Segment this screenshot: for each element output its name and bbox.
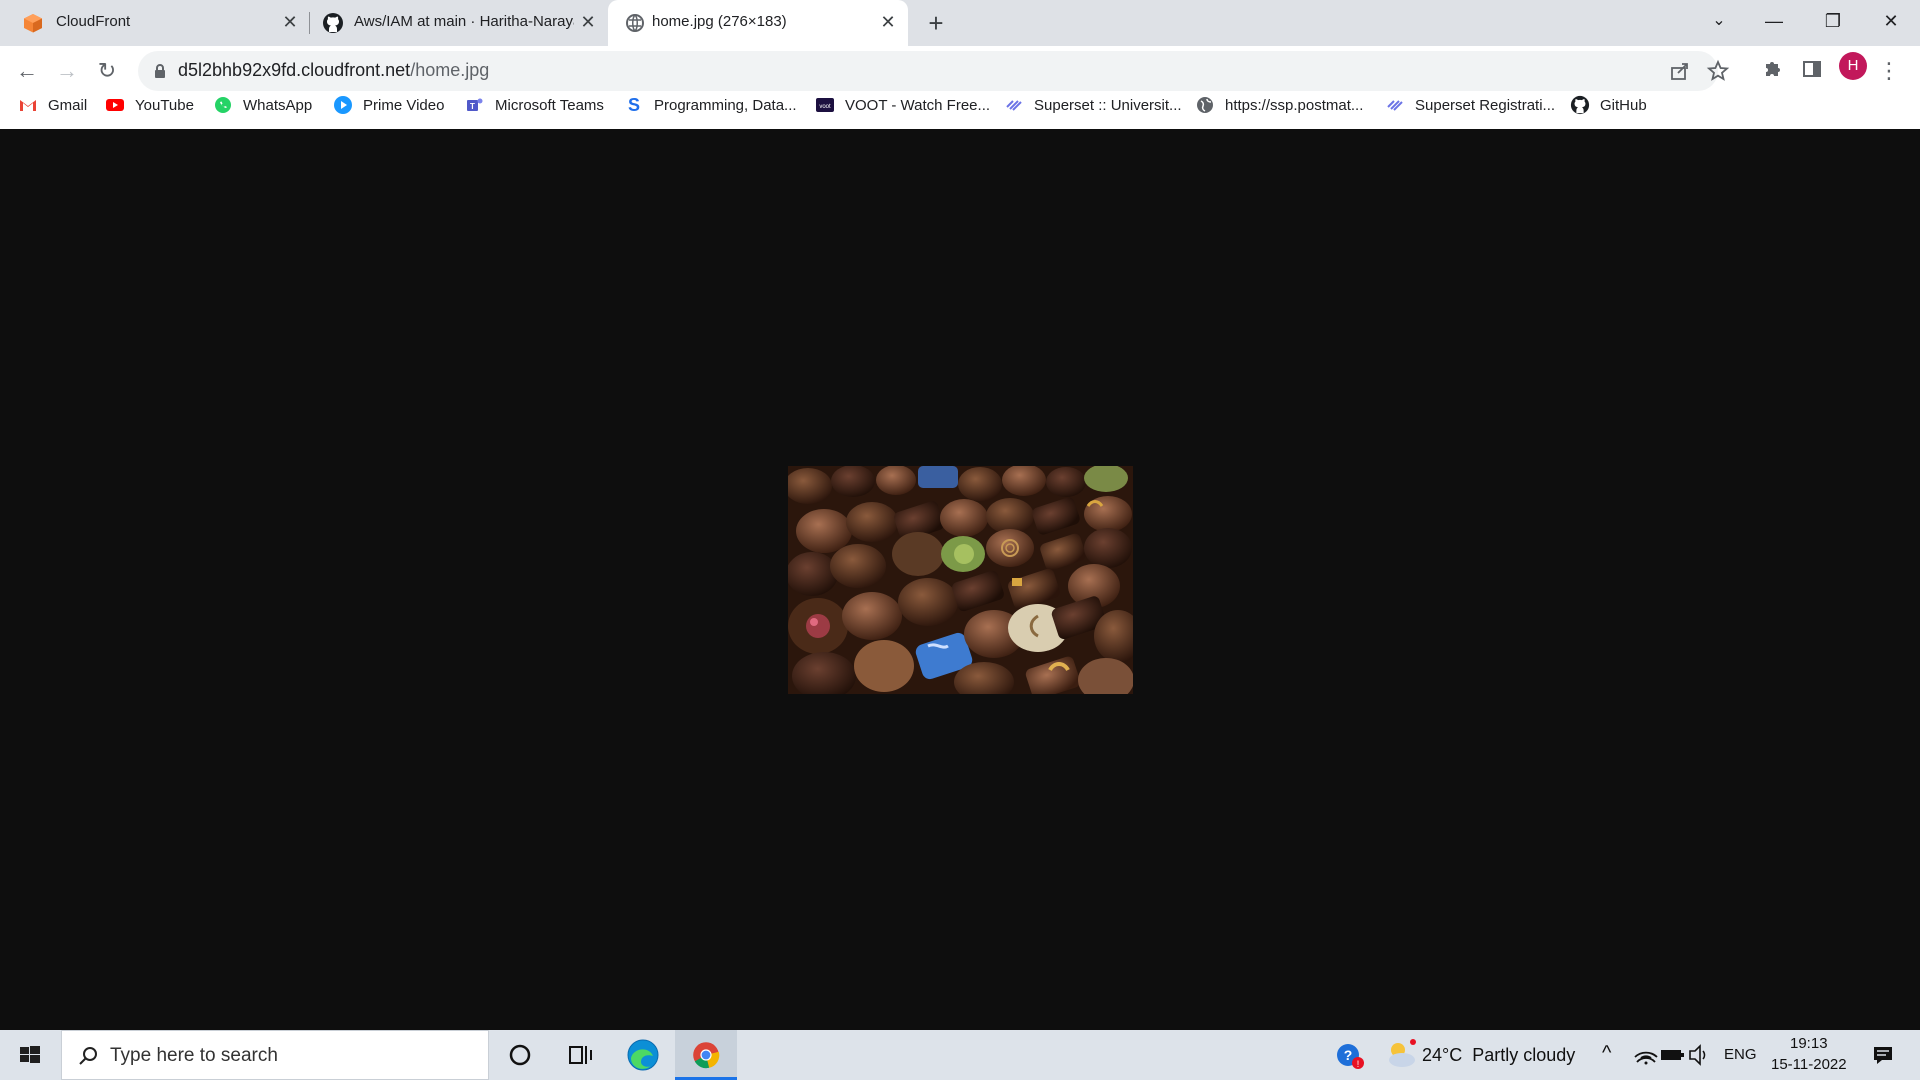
github-icon bbox=[1570, 95, 1590, 115]
battery-icon[interactable] bbox=[1657, 1030, 1687, 1080]
url-host: d5l2bhb92x9fd.cloudfront.net bbox=[178, 60, 411, 80]
tab-strip: CloudFront ✕ Aws/IAM at main · Haritha-N… bbox=[0, 0, 1920, 46]
forward-button[interactable]: → bbox=[50, 54, 84, 88]
bookmark-label: WhatsApp bbox=[243, 96, 313, 114]
bookmark-star-icon[interactable] bbox=[1706, 59, 1730, 83]
superset-icon bbox=[1387, 100, 1403, 111]
show-hidden-icons-chevron[interactable]: ^ bbox=[1602, 1042, 1611, 1065]
url-path: /home.jpg bbox=[410, 60, 490, 80]
side-panel-icon[interactable] bbox=[1797, 54, 1827, 84]
youtube-icon bbox=[106, 99, 124, 111]
menu-kebab-icon[interactable]: ⋮ bbox=[1876, 54, 1902, 88]
voot-icon: voot bbox=[816, 98, 834, 112]
bookmark-label: Superset Registrati... bbox=[1415, 96, 1556, 114]
clock-date[interactable]: 15-11-2022 bbox=[1771, 1056, 1847, 1073]
close-window-button[interactable]: ✕ bbox=[1871, 6, 1911, 36]
share-icon[interactable] bbox=[1668, 59, 1692, 83]
restore-button[interactable]: ❐ bbox=[1813, 6, 1853, 36]
notifications-icon[interactable] bbox=[1862, 1030, 1902, 1080]
search-placeholder: Type here to search bbox=[110, 1045, 278, 1066]
tab-cloudfront[interactable]: CloudFront ✕ bbox=[0, 0, 306, 46]
bookmark-label: Gmail bbox=[48, 96, 88, 114]
weather-text[interactable]: 24°C Partly cloudy bbox=[1422, 1045, 1575, 1066]
bookmark-superset-university[interactable]: Superset :: Universit... bbox=[1004, 89, 1182, 121]
close-icon[interactable]: ✕ bbox=[878, 12, 898, 32]
reload-button[interactable]: ↻ bbox=[90, 54, 124, 88]
svg-text:?: ? bbox=[1344, 1047, 1353, 1063]
bookmark-gmail[interactable]: Gmail bbox=[18, 89, 87, 121]
bookmark-label: Microsoft Teams bbox=[495, 96, 604, 114]
svg-text:T: T bbox=[470, 102, 475, 111]
bookmark-label: GitHub bbox=[1600, 96, 1647, 114]
aws-cube-icon bbox=[24, 14, 42, 33]
profile-avatar[interactable]: H bbox=[1839, 52, 1867, 80]
globe-icon bbox=[1197, 97, 1213, 113]
gmail-icon bbox=[20, 100, 36, 111]
bookmark-label: Prime Video bbox=[363, 96, 445, 114]
bookmark-label: YouTube bbox=[135, 96, 194, 114]
url-text: d5l2bhb92x9fd.cloudfront.net/home.jpg bbox=[178, 60, 489, 81]
cortana-icon[interactable] bbox=[490, 1030, 550, 1080]
tab-home-jpg[interactable]: home.jpg (276×183) ✕ bbox=[608, 0, 908, 46]
close-icon[interactable]: ✕ bbox=[578, 12, 598, 32]
address-bar[interactable]: d5l2bhb92x9fd.cloudfront.net/home.jpg bbox=[138, 51, 1730, 91]
svg-text:voot: voot bbox=[819, 104, 831, 110]
minimize-button[interactable]: — bbox=[1754, 6, 1794, 36]
tab-github[interactable]: Aws/IAM at main · Haritha-Narayanan ✕ bbox=[310, 0, 606, 46]
windows-taskbar: Type here to search ? ! 24°C Partly clou… bbox=[0, 1030, 1920, 1080]
prime-video-icon bbox=[334, 96, 352, 114]
bookmark-label: Programming, Data... bbox=[654, 96, 797, 114]
svg-text:!: ! bbox=[1357, 1059, 1360, 1069]
help-icon[interactable]: ? ! bbox=[1330, 1030, 1370, 1080]
bookmark-ssp-postmatric[interactable]: https://ssp.postmat... bbox=[1195, 89, 1363, 121]
search-icon bbox=[79, 1047, 97, 1065]
superset-icon bbox=[1006, 100, 1022, 111]
s-icon: S bbox=[628, 95, 640, 115]
weather-partly-cloudy-icon[interactable] bbox=[1380, 1030, 1420, 1080]
tab-search-chevron-icon[interactable]: ⌄ bbox=[1699, 6, 1739, 36]
new-tab-button[interactable]: + bbox=[922, 9, 950, 37]
windows-start-icon[interactable] bbox=[0, 1030, 60, 1080]
tab-title: home.jpg (276×183) bbox=[652, 13, 787, 30]
edge-icon[interactable] bbox=[613, 1030, 673, 1080]
bookmark-label: VOOT - Watch Free... bbox=[845, 96, 991, 114]
bookmark-programming-data[interactable]: S Programming, Data... bbox=[624, 89, 797, 121]
lock-icon bbox=[155, 64, 165, 78]
whatsapp-icon bbox=[215, 97, 231, 113]
bookmark-label: https://ssp.postmat... bbox=[1225, 96, 1364, 114]
back-button[interactable]: ← bbox=[10, 54, 44, 88]
task-view-icon[interactable] bbox=[550, 1030, 610, 1080]
bookmark-whatsapp[interactable]: WhatsApp bbox=[213, 89, 312, 121]
bookmark-label: Superset :: Universit... bbox=[1034, 96, 1182, 114]
svg-text:S: S bbox=[628, 95, 640, 115]
clock-time[interactable]: 19:13 bbox=[1790, 1035, 1828, 1052]
bookmark-superset-registration[interactable]: Superset Registrati... bbox=[1385, 89, 1555, 121]
bookmark-prime-video[interactable]: Prime Video bbox=[333, 89, 444, 121]
extensions-puzzle-icon[interactable] bbox=[1758, 54, 1788, 84]
bookmark-youtube[interactable]: YouTube bbox=[105, 89, 194, 121]
chocolates-photo bbox=[788, 466, 1133, 694]
tab-title: Aws/IAM at main · Haritha-Narayanan bbox=[354, 13, 574, 30]
bookmark-voot[interactable]: voot VOOT - Watch Free... bbox=[815, 89, 990, 121]
globe-icon bbox=[626, 14, 644, 32]
github-icon bbox=[323, 13, 343, 33]
bookmark-microsoft-teams[interactable]: T Microsoft Teams bbox=[465, 89, 604, 121]
close-icon[interactable]: ✕ bbox=[280, 12, 300, 32]
bookmark-github[interactable]: GitHub bbox=[1570, 89, 1647, 121]
teams-icon: T bbox=[467, 98, 483, 111]
language-indicator[interactable]: ENG bbox=[1724, 1046, 1757, 1063]
volume-icon[interactable] bbox=[1684, 1030, 1714, 1080]
taskbar-search-box[interactable]: Type here to search bbox=[61, 1030, 489, 1080]
tab-title: CloudFront bbox=[56, 13, 131, 30]
chrome-taskbar-button[interactable] bbox=[675, 1030, 737, 1080]
chocolates-image[interactable] bbox=[788, 466, 1133, 694]
chrome-icon bbox=[693, 1042, 720, 1069]
